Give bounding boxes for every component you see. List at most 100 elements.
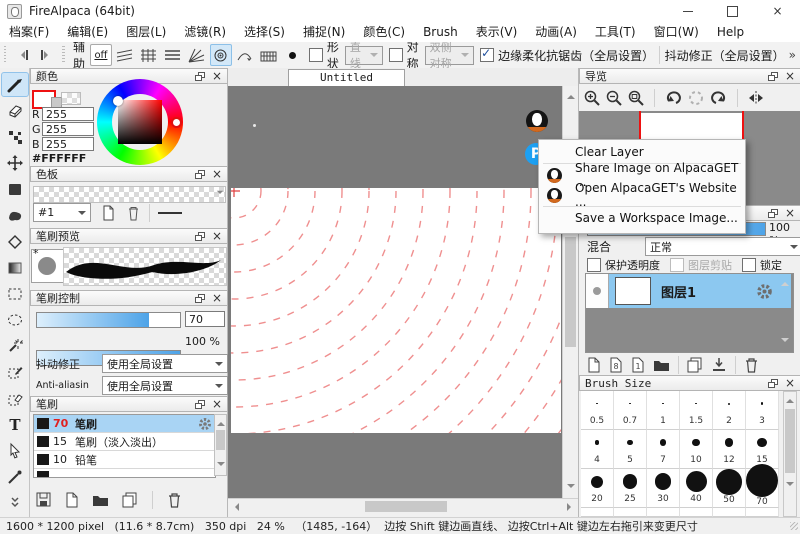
brush-size-scrollbar[interactable] xyxy=(783,391,797,517)
protect-alpha-checkbox[interactable] xyxy=(587,258,601,272)
rotate-left-icon[interactable] xyxy=(664,89,683,107)
antialias-checkbox[interactable] xyxy=(480,48,494,62)
menu-item-save-workspace[interactable]: Save a Workspace Image... xyxy=(539,208,745,228)
shape-checkbox[interactable] xyxy=(309,48,323,62)
duplicate-layer-icon[interactable] xyxy=(687,357,703,373)
fill-lasso-tool-icon[interactable] xyxy=(1,203,29,228)
close-panel-icon[interactable]: × xyxy=(785,71,795,81)
close-panel-icon[interactable]: × xyxy=(785,208,795,218)
scroll-down-arrow[interactable] xyxy=(567,484,575,492)
zoom-fit-icon[interactable] xyxy=(627,89,645,107)
layer-folder-icon[interactable] xyxy=(653,358,670,372)
snap-off-button[interactable]: off xyxy=(90,44,112,66)
r-input[interactable]: 255 xyxy=(42,107,94,121)
float-panel-icon[interactable] xyxy=(195,232,205,241)
horizontal-snap-button[interactable] xyxy=(162,44,184,66)
menu-item-8[interactable]: 表示(V) xyxy=(467,22,527,42)
brush-list-item[interactable]: 10 铅笔 xyxy=(34,451,215,469)
close-panel-icon[interactable]: × xyxy=(212,71,222,81)
minimize-button[interactable] xyxy=(665,0,710,22)
float-panel-icon[interactable] xyxy=(768,209,778,218)
brush-size-slider[interactable] xyxy=(36,312,181,328)
brush-size-cell[interactable]: 1.5 xyxy=(680,391,713,430)
brush-size-cell[interactable]: 1 xyxy=(647,391,680,430)
clipping-checkbox[interactable] xyxy=(670,258,684,272)
brush-size-cell[interactable]: 3 xyxy=(746,391,779,430)
canvas-document[interactable] xyxy=(231,188,561,433)
transparent-color-swatch[interactable] xyxy=(61,92,81,105)
palette-selector-dropdown[interactable]: #1 xyxy=(33,203,91,222)
scroll-up-arrow[interactable] xyxy=(567,91,575,99)
float-panel-icon[interactable] xyxy=(195,170,205,179)
brush-size-cell-partial[interactable] xyxy=(680,508,713,517)
operation-tool-icon[interactable] xyxy=(1,438,29,463)
brush-size-cell[interactable]: 4 xyxy=(581,430,614,469)
toolbar-overflow-button[interactable]: » xyxy=(789,48,796,62)
select-rect-tool-icon[interactable] xyxy=(1,281,29,306)
float-panel-icon[interactable] xyxy=(768,72,778,81)
brush-size-cell[interactable]: 2 xyxy=(713,391,746,430)
text-tool-icon[interactable]: T xyxy=(1,412,29,437)
delete-brush-icon[interactable] xyxy=(167,492,182,508)
brush-size-cell[interactable]: 10 xyxy=(680,430,713,469)
antialias-dropdown[interactable]: 使用全局设置 xyxy=(102,376,228,395)
sv-square[interactable] xyxy=(118,100,162,144)
canvas-hscrollbar[interactable] xyxy=(228,498,578,514)
brush-size-cell[interactable]: 50 xyxy=(713,469,746,508)
menu-item-0[interactable]: 档案(F) xyxy=(0,22,58,42)
layer-visibility-cell[interactable] xyxy=(586,274,609,308)
redo-button[interactable] xyxy=(35,44,57,66)
alpaca-avatar-button[interactable] xyxy=(526,110,548,132)
menu-item-11[interactable]: 窗口(W) xyxy=(645,22,708,42)
select-pen-tool-icon[interactable] xyxy=(1,360,29,385)
merge-down-icon[interactable] xyxy=(711,357,727,373)
brush-size-cell-partial[interactable] xyxy=(581,508,614,517)
menu-item-9[interactable]: 动画(A) xyxy=(526,22,586,42)
hue-indicator[interactable] xyxy=(171,117,182,128)
menu-item-7[interactable]: Brush xyxy=(414,22,467,42)
layer-scroll-down[interactable] xyxy=(781,338,789,346)
brush-list-item[interactable]: 70 笔刷 xyxy=(34,415,215,433)
gradient-tool-icon[interactable] xyxy=(1,255,29,280)
hscroll-thumb[interactable] xyxy=(365,501,447,512)
brush-size-cell[interactable]: 5 xyxy=(614,430,647,469)
menu-item-4[interactable]: 选择(S) xyxy=(235,22,294,42)
blend-dropdown[interactable]: 正常 xyxy=(645,237,800,256)
menu-item-clear-layer[interactable]: Clear Layer xyxy=(539,142,745,162)
scroll-left-arrow[interactable] xyxy=(231,503,239,511)
close-button[interactable]: × xyxy=(755,0,800,22)
brush-size-cell[interactable]: 40 xyxy=(680,469,713,508)
scroll-right-arrow[interactable] xyxy=(567,503,575,511)
delete-palette-color-icon[interactable] xyxy=(126,205,141,221)
reset-rotation-icon[interactable] xyxy=(687,89,705,107)
palette-swatch-strip[interactable] xyxy=(33,186,226,203)
brush-size-value[interactable]: 70 xyxy=(185,311,225,327)
float-panel-icon[interactable] xyxy=(195,400,205,409)
brush-size-cell[interactable]: 7 xyxy=(647,430,680,469)
close-panel-icon[interactable]: × xyxy=(212,399,222,409)
menu-item-open-alpacaget[interactable]: Open AlpacaGET's Website ... xyxy=(539,185,745,205)
dot-tool-icon[interactable] xyxy=(1,124,29,149)
resize-grip[interactable] xyxy=(790,522,798,530)
line-style-icon[interactable] xyxy=(158,212,182,214)
new-layer-icon[interactable] xyxy=(587,357,601,373)
save-brush-icon[interactable] xyxy=(36,492,52,508)
delete-layer-icon[interactable] xyxy=(744,357,759,373)
brush-settings-gear-icon[interactable] xyxy=(198,417,212,431)
brush-size-cell[interactable]: 20 xyxy=(581,469,614,508)
eraser-tool-icon[interactable] xyxy=(1,98,29,123)
new-brush-icon[interactable] xyxy=(65,492,79,508)
fill-rect-tool-icon[interactable] xyxy=(1,177,29,202)
brush-size-cell-partial[interactable] xyxy=(746,508,779,517)
brush-size-cell[interactable]: 30 xyxy=(647,469,680,508)
brush-size-cell-partial[interactable] xyxy=(647,508,680,517)
select-eraser-tool-icon[interactable] xyxy=(1,386,29,411)
brush-list-item[interactable]: 15 笔刷（淡入淡出） xyxy=(34,433,215,451)
menu-item-3[interactable]: 滤镜(R) xyxy=(175,22,235,42)
menu-item-1[interactable]: 编辑(E) xyxy=(58,22,117,42)
magic-wand-tool-icon[interactable] xyxy=(1,334,29,359)
brush-size-cell[interactable]: 12 xyxy=(713,430,746,469)
menu-item-12[interactable]: Help xyxy=(708,22,753,42)
sv-indicator[interactable] xyxy=(113,96,123,106)
brush-size-cell-partial[interactable] xyxy=(614,508,647,517)
